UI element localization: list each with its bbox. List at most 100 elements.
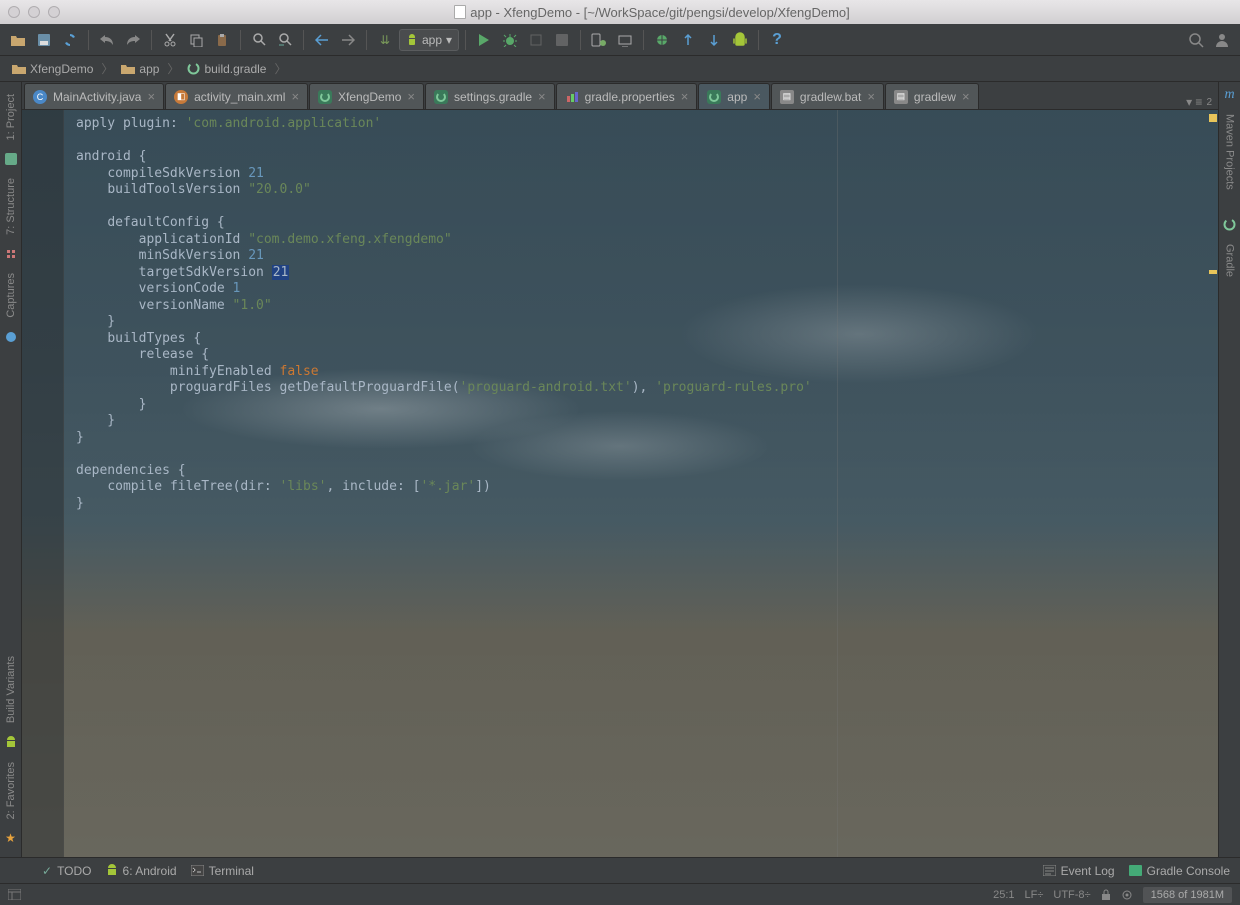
run-config-label: app (422, 33, 442, 47)
copy-icon[interactable] (184, 28, 208, 52)
gradle-icon (707, 90, 721, 104)
status-bar: 25:1 LF÷ UTF-8÷ 1568 of 1981M (0, 883, 1240, 905)
tool-maven[interactable]: Maven Projects (1224, 108, 1236, 196)
tool-gradle-console[interactable]: Gradle Console (1129, 864, 1230, 878)
save-icon[interactable] (32, 28, 56, 52)
sdk-manager-icon[interactable] (613, 28, 637, 52)
tab-label: gradle.properties (585, 90, 675, 104)
search-everywhere-icon[interactable] (1184, 28, 1208, 52)
tabs-options[interactable]: ▾ ≡ 2 (1180, 95, 1218, 109)
tab-activity-main-xml[interactable]: ◧ activity_main.xml × (165, 83, 308, 109)
close-icon[interactable]: × (681, 89, 689, 104)
user-icon[interactable] (1210, 28, 1234, 52)
editor-tabs: C MainActivity.java × ◧ activity_main.xm… (22, 82, 1218, 110)
tool-label: Event Log (1061, 864, 1115, 878)
android-icon (106, 864, 118, 878)
tool-label: Terminal (209, 864, 254, 878)
tool-favorites[interactable]: 2: Favorites (5, 756, 17, 825)
lock-icon[interactable] (1101, 889, 1111, 901)
tab-gradle-properties[interactable]: gradle.properties × (556, 83, 698, 109)
minimize-button[interactable] (28, 6, 40, 18)
sync-icon[interactable] (58, 28, 82, 52)
star-icon: ★ (4, 831, 18, 845)
close-button[interactable] (8, 6, 20, 18)
file-icon: ▤ (894, 90, 908, 104)
cut-icon[interactable] (158, 28, 182, 52)
project-icon (4, 152, 18, 166)
run-config-selector[interactable]: app ▾ (399, 29, 459, 51)
gradle-icon (434, 90, 448, 104)
tab-gradlew-bat[interactable]: ▤ gradlew.bat × (771, 83, 884, 109)
close-icon[interactable]: × (867, 89, 875, 104)
tool-build-variants[interactable]: Build Variants (5, 650, 17, 729)
event-log-icon (1043, 865, 1056, 876)
editor-error-stripe[interactable] (1206, 110, 1218, 857)
close-icon[interactable]: × (962, 89, 970, 104)
tab-label: XfengDemo (338, 90, 401, 104)
tab-label: settings.gradle (454, 90, 532, 104)
caret-position[interactable]: 25:1 (993, 889, 1014, 901)
update-icon[interactable] (702, 28, 726, 52)
avd-manager-icon[interactable] (587, 28, 611, 52)
properties-icon (565, 90, 579, 104)
tab-settings-gradle[interactable]: settings.gradle × (425, 83, 555, 109)
tab-mainactivity[interactable]: C MainActivity.java × (24, 83, 164, 109)
memory-indicator[interactable]: 1568 of 1981M (1143, 887, 1232, 903)
tool-project[interactable]: 1: Project (5, 88, 17, 146)
tab-gradlew[interactable]: ▤ gradlew × (885, 83, 979, 109)
close-icon[interactable]: × (407, 89, 415, 104)
crumb-project[interactable]: XfengDemo (6, 60, 99, 78)
crumb-module[interactable]: app (115, 60, 165, 78)
tool-terminal[interactable]: Terminal (191, 864, 254, 878)
close-icon[interactable]: × (147, 89, 155, 104)
breadcrumb: XfengDemo 〉 app 〉 build.gradle 〉 (0, 56, 1240, 82)
find-icon[interactable] (247, 28, 271, 52)
close-icon[interactable]: × (753, 89, 761, 104)
tool-captures[interactable]: Captures (5, 267, 17, 324)
titlebar: app - XfengDemo - [~/WorkSpace/git/pengs… (0, 0, 1240, 24)
ddms-icon[interactable] (650, 28, 674, 52)
xml-icon: ◧ (174, 90, 188, 104)
tool-gradle[interactable]: Gradle (1224, 238, 1236, 283)
help-icon[interactable]: ? (765, 28, 789, 52)
window-title-text: app - XfengDemo - [~/WorkSpace/git/pengs… (470, 5, 850, 20)
undo-icon[interactable] (95, 28, 119, 52)
crumb-label: app (139, 62, 159, 76)
window-title: app - XfengDemo - [~/WorkSpace/git/pengs… (72, 5, 1232, 20)
tab-label: MainActivity.java (53, 90, 141, 104)
coverage-icon[interactable] (524, 28, 548, 52)
chevron-right-icon: 〉 (274, 60, 286, 77)
tool-windows-icon[interactable] (8, 889, 21, 900)
paste-icon[interactable] (210, 28, 234, 52)
tool-structure[interactable]: 7: Structure (5, 172, 17, 241)
line-separator[interactable]: LF÷ (1025, 889, 1044, 901)
file-encoding[interactable]: UTF-8÷ (1053, 889, 1090, 901)
tool-android[interactable]: 6: Android (106, 864, 177, 878)
zoom-button[interactable] (48, 6, 60, 18)
crumb-file[interactable]: build.gradle (181, 60, 272, 78)
close-icon[interactable]: × (538, 89, 546, 104)
editor-area: C MainActivity.java × ◧ activity_main.xm… (22, 82, 1218, 857)
tool-todo[interactable]: ✓ TODO (42, 864, 92, 878)
stop-icon[interactable] (550, 28, 574, 52)
tool-event-log[interactable]: Event Log (1043, 864, 1115, 878)
forward-icon[interactable] (336, 28, 360, 52)
window-controls (8, 6, 60, 18)
chevron-down-icon: ▾ (446, 33, 452, 47)
close-icon[interactable]: × (291, 89, 299, 104)
open-icon[interactable] (6, 28, 30, 52)
tab-xfengdemo[interactable]: XfengDemo × (309, 83, 424, 109)
code-editor[interactable]: apply plugin: 'com.android.application' … (22, 110, 1218, 857)
tab-app[interactable]: app × (698, 83, 770, 109)
vcs-icon[interactable] (676, 28, 700, 52)
make-icon[interactable]: ⇊ (373, 28, 397, 52)
debug-icon[interactable] (498, 28, 522, 52)
redo-icon[interactable] (121, 28, 145, 52)
run-icon[interactable] (472, 28, 496, 52)
replace-icon[interactable] (273, 28, 297, 52)
left-tool-strip: 1: Project 7: Structure Captures Build V… (0, 82, 22, 857)
inspection-icon[interactable] (1121, 889, 1133, 901)
android-robot-icon[interactable] (728, 28, 752, 52)
chevron-right-icon: 〉 (167, 60, 179, 77)
back-icon[interactable] (310, 28, 334, 52)
